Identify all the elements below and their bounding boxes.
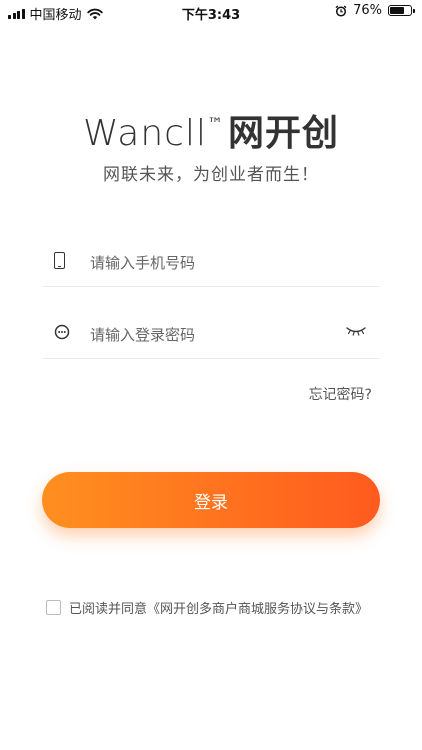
brand-logo: Wancll™ 网开创	[0, 104, 422, 156]
phone-input[interactable]	[88, 246, 332, 280]
trademark-symbol: ™	[206, 114, 224, 133]
forgot-password-link[interactable]: 忘记密码?	[309, 384, 372, 404]
password-input[interactable]	[88, 318, 332, 352]
agreement-checkbox[interactable]	[46, 600, 61, 615]
phone-field	[42, 238, 380, 287]
slogan: 网联未来，为创业者而生！	[103, 165, 319, 185]
battery-fill	[390, 7, 405, 14]
battery-icon	[388, 5, 415, 16]
battery-percent: 76%	[353, 3, 382, 18]
password-field	[42, 310, 380, 359]
eye-closed-icon[interactable]	[346, 326, 366, 336]
status-bar: 中国移动 下午3:43 76%	[0, 0, 422, 24]
agreement-row: 已阅读并同意《网开创多商户商城服务协议与条款》	[46, 598, 368, 617]
chat-bubble-icon	[54, 324, 70, 340]
login-button[interactable]: 登录	[42, 472, 380, 528]
alarm-icon	[335, 4, 347, 17]
brand-latin: Wancll	[83, 113, 207, 154]
status-right: 76%	[335, 3, 415, 18]
agreement-text[interactable]: 已阅读并同意《网开创多商户商城服务协议与条款》	[69, 598, 368, 617]
phone-icon	[54, 252, 65, 269]
brand-chinese: 网开创	[227, 113, 339, 154]
